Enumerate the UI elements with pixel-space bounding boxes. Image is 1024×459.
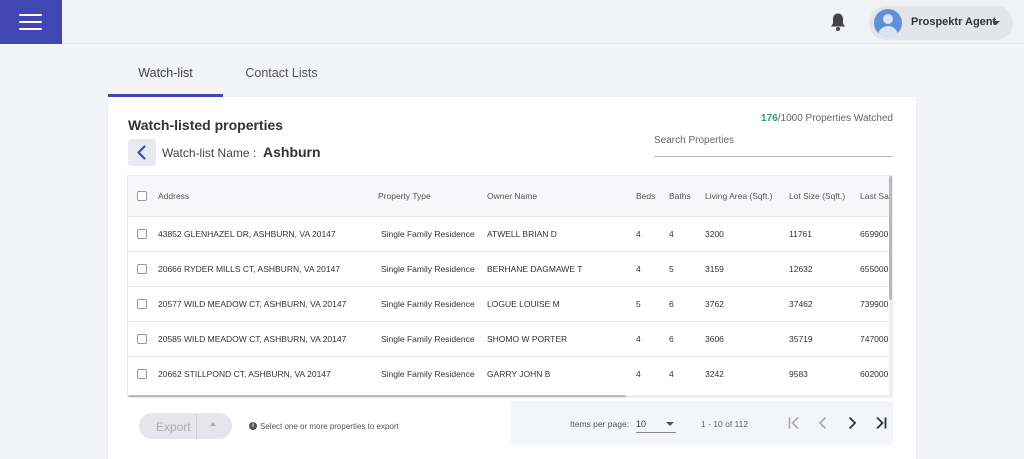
bell-icon[interactable] xyxy=(829,12,847,32)
row-checkbox[interactable] xyxy=(137,263,147,274)
tab-contact-lists[interactable]: Contact Lists xyxy=(223,62,340,97)
lot-cell: 9583 xyxy=(789,368,808,379)
column-header[interactable]: Property Type xyxy=(378,176,487,216)
column-header[interactable]: Baths xyxy=(669,176,705,216)
table-row[interactable]: 20666 RYDER MILLS CT, ASHBURN, VA 20147 … xyxy=(128,251,892,286)
area-cell: 3159 xyxy=(705,263,724,274)
row-checkbox[interactable] xyxy=(137,333,147,344)
menu-button[interactable] xyxy=(0,0,62,44)
owner-cell: SHOMO W PORTER xyxy=(487,333,568,344)
column-header[interactable]: Living Area (Sqft.) xyxy=(705,176,789,216)
type-cell: Single Family Residence xyxy=(381,263,475,274)
baths-cell: 6 xyxy=(669,298,674,309)
baths-cell: 5 xyxy=(669,263,674,274)
row-checkbox[interactable] xyxy=(137,228,147,239)
row-checkbox[interactable] xyxy=(137,298,147,309)
export-button[interactable]: Export xyxy=(139,413,232,439)
baths-cell: 6 xyxy=(669,333,674,344)
watched-counter: 176/1000 Properties Watched xyxy=(761,113,893,124)
type-cell: Single Family Residence xyxy=(381,298,475,309)
next-page-icon[interactable] xyxy=(842,413,862,433)
items-per-page-select[interactable]: 10 xyxy=(636,413,676,433)
row-checkbox[interactable] xyxy=(137,369,147,380)
horizontal-scrollbar[interactable] xyxy=(128,395,889,397)
lot-cell: 12632 xyxy=(789,263,813,274)
items-per-page-label: Items per page: xyxy=(570,419,630,429)
baths-cell: 4 xyxy=(669,228,674,239)
top-bar: Prospektr Agent xyxy=(0,0,1024,44)
address-cell: 20585 WILD MEADOW CT, ASHBURN, VA 20147 xyxy=(158,333,347,344)
chevron-left-icon xyxy=(137,145,146,160)
last-page-icon[interactable] xyxy=(871,413,891,433)
table-row[interactable]: 20577 WILD MEADOW CT, ASHBURN, VA 20147 … xyxy=(128,286,892,321)
table-row[interactable]: 20662 STILLPOND CT, ASHBURN, VA 20147 Si… xyxy=(128,356,892,391)
back-button[interactable] xyxy=(128,139,156,166)
baths-cell: 4 xyxy=(669,368,674,379)
column-header[interactable]: Beds xyxy=(636,176,669,216)
caret-up-icon[interactable] xyxy=(210,422,216,426)
type-cell: Single Family Residence xyxy=(381,368,475,379)
beds-cell: 4 xyxy=(636,333,641,344)
beds-cell: 4 xyxy=(636,263,641,274)
type-cell: Single Family Residence xyxy=(381,333,475,344)
owner-cell: ATWELL BRIAN D xyxy=(487,228,557,239)
beds-cell: 4 xyxy=(636,368,641,379)
address-cell: 43852 GLENHAZEL DR, ASHBURN, VA 20147 xyxy=(158,228,336,239)
area-cell: 3200 xyxy=(705,228,724,239)
area-cell: 3762 xyxy=(705,298,724,309)
first-page-icon[interactable] xyxy=(784,413,804,433)
page-title: Watch-listed properties xyxy=(128,117,284,133)
column-header[interactable]: Address xyxy=(158,176,378,216)
area-cell: 3606 xyxy=(705,333,724,344)
lot-cell: 37462 xyxy=(789,298,813,309)
search-input[interactable] xyxy=(654,125,893,157)
user-menu-button[interactable]: Prospektr Agent xyxy=(869,6,1013,40)
owner-cell: LOGUE LOUISE M xyxy=(487,298,560,309)
lot-cell: 35719 xyxy=(789,333,813,344)
watchlist-name: Ashburn xyxy=(263,144,321,160)
area-cell: 3242 xyxy=(705,368,724,379)
info-icon: i xyxy=(249,422,257,430)
export-hint: Select one or more properties to export xyxy=(260,422,399,431)
caret-down-icon xyxy=(666,422,674,426)
paginator: Items per page: 10 1 - 10 of 112 xyxy=(511,401,893,445)
address-cell: 20577 WILD MEADOW CT, ASHBURN, VA 20147 xyxy=(158,298,347,309)
table-row[interactable]: 43852 GLENHAZEL DR, ASHBURN, VA 20147 Si… xyxy=(128,216,892,251)
caret-down-icon xyxy=(992,21,1000,25)
beds-cell: 4 xyxy=(636,228,641,239)
hamburger-icon xyxy=(19,14,42,16)
type-cell: Single Family Residence xyxy=(381,228,475,239)
owner-cell: BERHANE DAGMAWE T xyxy=(487,263,583,274)
column-header[interactable]: Owner Name xyxy=(487,176,636,216)
beds-cell: 5 xyxy=(636,298,641,309)
table-header-row: Address Property Type Owner Name Beds Ba… xyxy=(128,176,892,216)
properties-table: Address Property Type Owner Name Beds Ba… xyxy=(127,175,893,398)
prev-page-icon[interactable] xyxy=(813,413,833,433)
export-label: Export xyxy=(156,420,191,434)
table-row[interactable]: 20585 WILD MEADOW CT, ASHBURN, VA 20147 … xyxy=(128,321,892,356)
owner-cell: GARRY JOHN B xyxy=(487,368,551,379)
tab-watch-list[interactable]: Watch-list xyxy=(108,62,223,97)
watchlist-card: Watch-listed properties 176/1000 Propert… xyxy=(108,97,916,459)
avatar xyxy=(874,9,902,37)
lot-cell: 11761 xyxy=(789,228,813,239)
watchlist-name-label: Watch-list Name : xyxy=(162,146,257,160)
address-cell: 20662 STILLPOND CT, ASHBURN, VA 20147 xyxy=(158,368,331,379)
select-all-checkbox[interactable] xyxy=(137,191,147,202)
column-header[interactable]: Lot Size (Sqft.) xyxy=(789,176,860,216)
address-cell: 20666 RYDER MILLS CT, ASHBURN, VA 20147 xyxy=(158,263,341,274)
export-bar: Export i Select one or more properties t… xyxy=(127,401,511,445)
page-range: 1 - 10 of 112 xyxy=(701,419,749,429)
user-name: Prospektr Agent xyxy=(911,16,997,28)
